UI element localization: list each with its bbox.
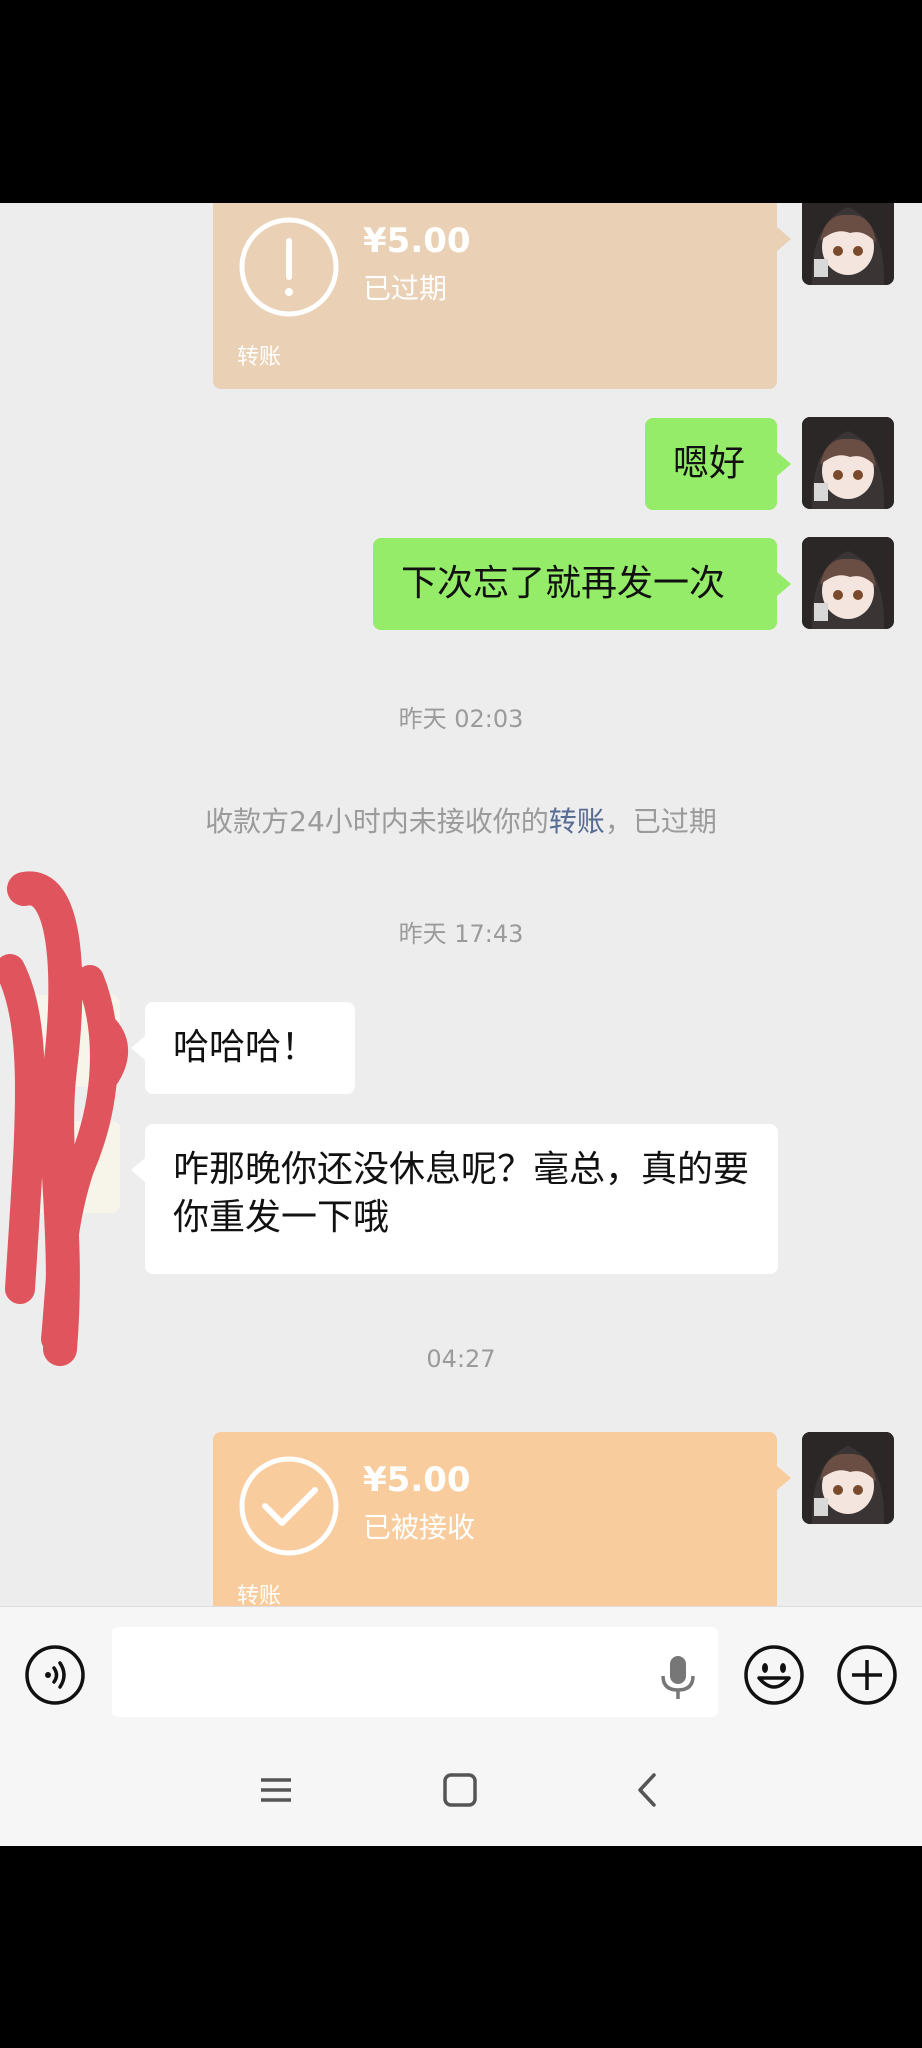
system-message-text: ，已过期: [604, 805, 717, 838]
my-avatar[interactable]: [802, 1432, 894, 1524]
message-timestamp: 昨天 02:03: [398, 705, 524, 733]
avatar-image: [802, 417, 894, 509]
check-circle-icon: [239, 1456, 339, 1556]
message-bubble-received[interactable]: 咋那晚你还没休息呢？毫总，真的要你重发一下哦: [131, 1124, 778, 1274]
transfer-status: 已被接收: [363, 1511, 476, 1544]
bubble-tail: [777, 1466, 791, 1490]
microphone-icon[interactable]: [658, 1652, 698, 1702]
message-input[interactable]: [112, 1627, 718, 1717]
system-message-text: 收款方24小时内未接收你的: [205, 805, 549, 838]
emoji-icon[interactable]: [743, 1644, 805, 1706]
system-nav-bar: [0, 1742, 922, 1846]
transfer-card-expired[interactable]: ¥5.00 已过期 转账: [213, 203, 777, 389]
bubble-tail: [777, 227, 791, 251]
system-message: 收款方24小时内未接收你的转账，已过期: [0, 800, 922, 840]
message-timestamp: 04:27: [426, 1345, 496, 1373]
message-text: 哈哈哈！: [173, 1027, 318, 1068]
message-text: 嗯好: [673, 443, 746, 484]
transfer-label: 转账: [237, 1584, 282, 1606]
avatar-image: [802, 1432, 894, 1524]
back-icon[interactable]: [630, 1772, 666, 1808]
message-bubble-received[interactable]: 哈哈哈！: [131, 1002, 355, 1094]
message-text: 下次忘了就再发一次: [401, 563, 726, 604]
chat-history[interactable]: ¥5.00 已过期 转账 嗯好 下次忘了就再发一次 昨天 02:03 收款方24…: [0, 203, 922, 1606]
menu-icon[interactable]: [258, 1772, 294, 1808]
voice-toggle-icon[interactable]: [24, 1644, 86, 1706]
my-avatar[interactable]: [802, 203, 894, 285]
avatar-image: [802, 203, 894, 285]
my-avatar[interactable]: [802, 417, 894, 509]
transfer-card-received[interactable]: ¥5.00 已被接收 转账: [213, 1432, 777, 1606]
redaction-scribble: [0, 871, 128, 1366]
home-icon[interactable]: [442, 1772, 478, 1808]
alert-circle-icon: [239, 217, 339, 317]
avatar-image: [802, 537, 894, 629]
transfer-link[interactable]: 转账: [549, 805, 605, 838]
transfer-status: 已过期: [363, 272, 448, 305]
transfer-amount: ¥5.00: [363, 221, 471, 261]
message-bubble-sent[interactable]: 下次忘了就再发一次: [373, 538, 791, 630]
input-bar: [0, 1606, 922, 1743]
transfer-label: 转账: [237, 345, 282, 370]
message-bubble-sent[interactable]: 嗯好: [645, 418, 791, 510]
message-text: 咋那晚你还没休息呢？毫总，真的要你重发一下哦: [173, 1149, 750, 1238]
plus-icon[interactable]: [836, 1644, 898, 1706]
transfer-amount: ¥5.00: [363, 1460, 471, 1500]
my-avatar[interactable]: [802, 537, 894, 629]
